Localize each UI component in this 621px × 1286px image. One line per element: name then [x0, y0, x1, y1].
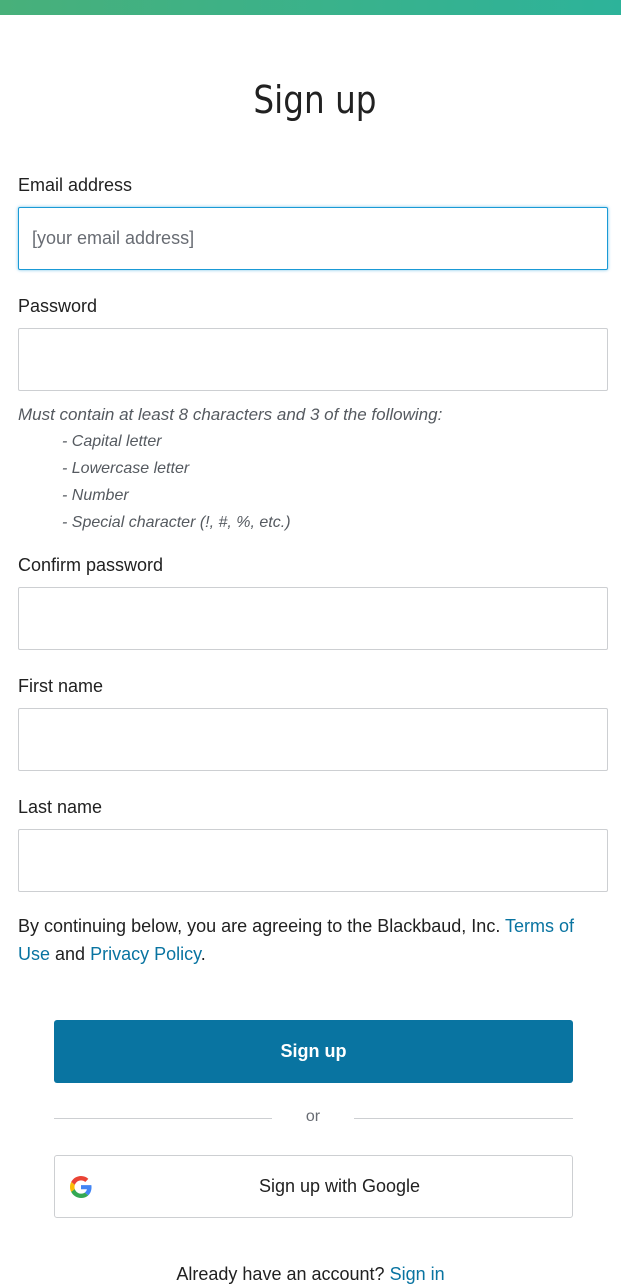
terms-suffix: .	[200, 944, 206, 964]
first-name-field[interactable]	[18, 708, 608, 771]
terms-and: and	[55, 944, 86, 964]
confirm-password-label: Confirm password	[18, 555, 164, 575]
sign-in-prompt-text: Already have an account?	[176, 1264, 385, 1284]
sign-in-prompt: Already have an account? Sign in	[0, 1264, 621, 1285]
password-hint-text: Must contain at least 8 characters and 3…	[18, 405, 443, 424]
first-name-label: First name	[18, 676, 104, 696]
privacy-policy-link[interactable]: Privacy Policy	[90, 944, 201, 964]
terms-notice: By continuing below, you are agreeing to…	[18, 912, 608, 968]
email-label: Email address	[18, 175, 133, 195]
page-title: Sign up	[253, 78, 377, 122]
password-rule-number: - Number	[62, 487, 129, 504]
last-name-label: Last name	[18, 797, 103, 817]
confirm-password-field[interactable]	[18, 587, 608, 650]
email-field[interactable]	[18, 207, 608, 270]
last-name-field[interactable]	[18, 829, 608, 892]
password-rule-special: - Special character (!, #, %, etc.)	[62, 514, 291, 531]
or-divider-text: or	[305, 1108, 321, 1125]
sign-up-with-google-button[interactable]: Sign up with Google	[54, 1155, 573, 1218]
divider-right	[354, 1118, 573, 1119]
terms-prefix: By continuing below, you are agreeing to…	[18, 916, 501, 936]
password-field[interactable]	[18, 328, 608, 391]
password-requirements: Must contain at least 8 characters and 3…	[18, 402, 442, 536]
divider-left	[54, 1118, 272, 1119]
password-rule-capital: - Capital letter	[62, 433, 162, 450]
sign-in-link[interactable]: Sign in	[390, 1264, 445, 1284]
sign-up-button[interactable]: Sign up	[54, 1020, 573, 1083]
google-button-label: Sign up with Google	[258, 1176, 421, 1196]
password-label: Password	[18, 296, 98, 316]
password-rule-lowercase: - Lowercase letter	[62, 460, 190, 477]
accent-top-bar	[0, 0, 621, 15]
